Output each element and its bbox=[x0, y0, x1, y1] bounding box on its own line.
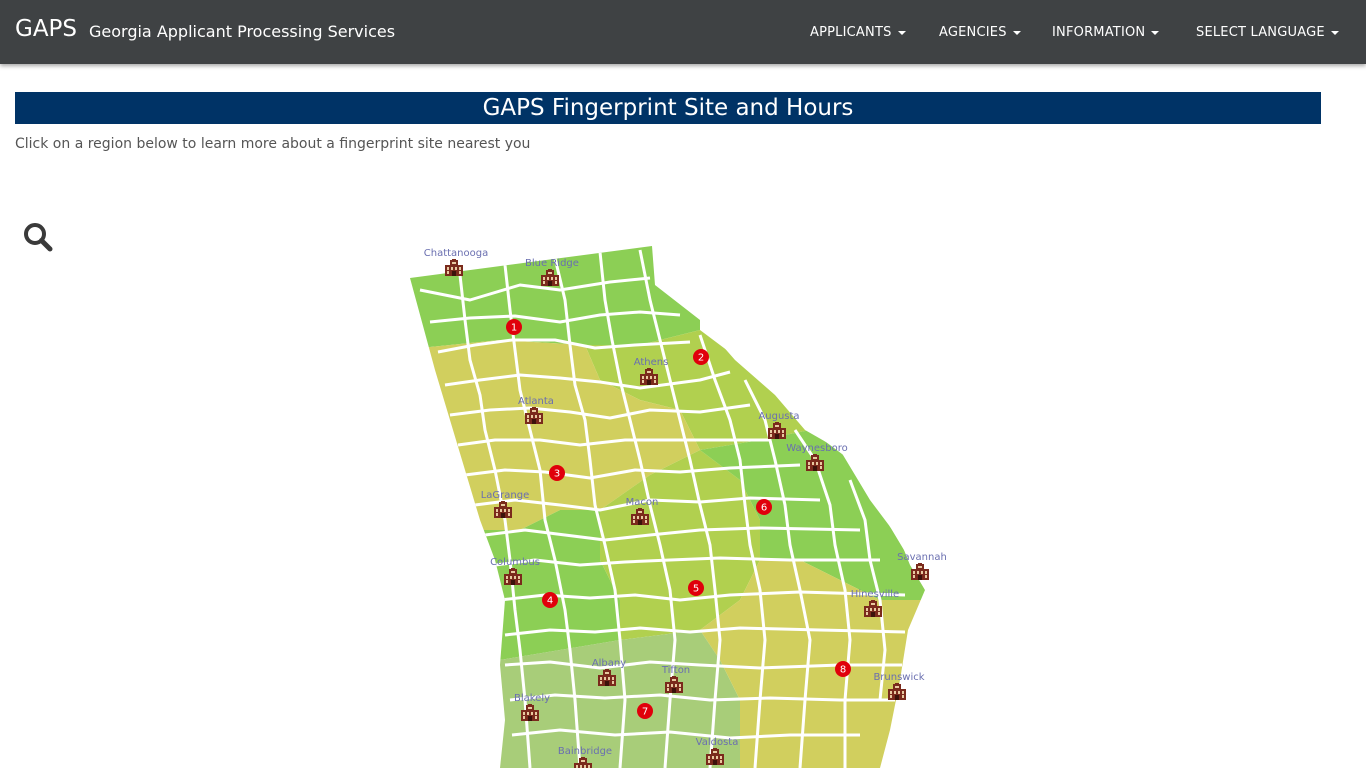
region-marker-1[interactable]: 1 bbox=[506, 319, 522, 335]
site-label: Blakely bbox=[514, 693, 550, 704]
marker-number: 7 bbox=[642, 707, 648, 718]
site-label: Hinesville bbox=[851, 589, 899, 600]
site-label: Albany bbox=[592, 658, 626, 669]
region-marker-3[interactable]: 3 bbox=[549, 465, 565, 481]
site-label: Blue Ridge bbox=[525, 258, 579, 269]
region-marker-2[interactable]: 2 bbox=[693, 349, 709, 365]
region-marker-5[interactable]: 5 bbox=[688, 580, 704, 596]
brand-logo[interactable]: GAPS bbox=[15, 16, 77, 42]
site-label: Tifton bbox=[661, 665, 690, 676]
site-label: Augusta bbox=[758, 411, 799, 422]
nav-applicants[interactable]: APPLICANTS bbox=[810, 25, 906, 40]
site-label: LaGrange bbox=[481, 490, 530, 501]
page-title: GAPS Fingerprint Site and Hours bbox=[15, 92, 1321, 124]
caret-down-icon bbox=[1330, 30, 1339, 35]
nav-language-label: SELECT LANGUAGE bbox=[1196, 25, 1325, 40]
nav-applicants-label: APPLICANTS bbox=[810, 25, 892, 40]
site-label: Savannah bbox=[897, 552, 947, 563]
marker-number: 2 bbox=[698, 353, 704, 364]
building-icon bbox=[911, 563, 929, 580]
georgia-region-map[interactable]: 1 2 3 4 5 6 7 8 Chattanooga Blue Ridge Athens Atla… bbox=[400, 240, 960, 768]
region-marker-7[interactable]: 7 bbox=[637, 703, 653, 719]
site-label: Columbus bbox=[490, 557, 540, 568]
marker-number: 8 bbox=[840, 665, 846, 676]
site-label: Valdosta bbox=[696, 737, 739, 748]
nav-agencies-label: AGENCIES bbox=[939, 25, 1007, 40]
site-label: Chattanooga bbox=[424, 248, 488, 259]
site-label: Waynesboro bbox=[786, 443, 847, 454]
search-icon[interactable] bbox=[22, 221, 54, 253]
marker-number: 1 bbox=[511, 323, 517, 334]
caret-down-icon bbox=[1151, 30, 1160, 35]
region-marker-4[interactable]: 4 bbox=[542, 592, 558, 608]
caret-down-icon bbox=[1012, 30, 1021, 35]
top-navbar: GAPS Georgia Applicant Processing Servic… bbox=[0, 0, 1366, 64]
caret-down-icon bbox=[897, 30, 906, 35]
nav-select-language[interactable]: SELECT LANGUAGE bbox=[1196, 25, 1339, 40]
marker-number: 3 bbox=[554, 469, 560, 480]
brand-subtitle[interactable]: Georgia Applicant Processing Services bbox=[89, 22, 395, 41]
site-label: Atlanta bbox=[518, 396, 554, 407]
site-label: Athens bbox=[634, 357, 669, 368]
nav-information-label: INFORMATION bbox=[1052, 25, 1146, 40]
intro-text: Click on a region below to learn more ab… bbox=[15, 136, 531, 152]
region-marker-8[interactable]: 8 bbox=[835, 661, 851, 677]
site-label: Macon bbox=[626, 497, 659, 508]
nav-information[interactable]: INFORMATION bbox=[1052, 25, 1160, 40]
site-label: Brunswick bbox=[873, 672, 924, 683]
marker-number: 5 bbox=[693, 584, 699, 595]
site-label: Bainbridge bbox=[558, 746, 612, 757]
marker-number: 4 bbox=[547, 596, 553, 607]
building-icon bbox=[445, 259, 463, 276]
region-marker-6[interactable]: 6 bbox=[756, 499, 772, 515]
nav-agencies[interactable]: AGENCIES bbox=[939, 25, 1021, 40]
marker-number: 6 bbox=[761, 503, 767, 514]
